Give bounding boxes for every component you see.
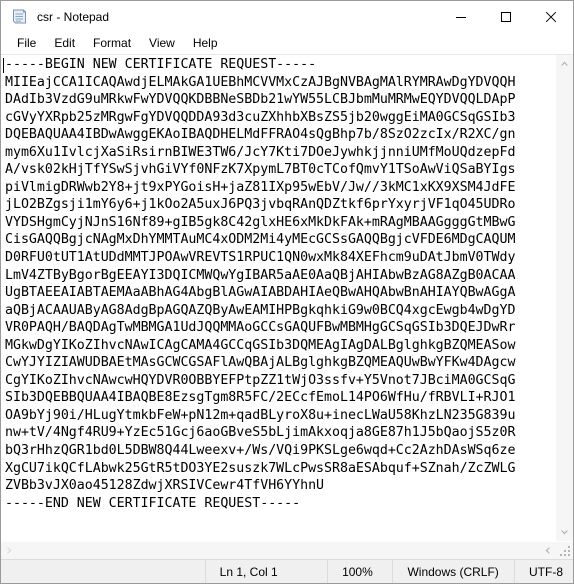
title-bar-left: csr - Notepad [1, 8, 109, 25]
document-line: -----BEGIN NEW CERTIFICATE REQUEST----- [5, 57, 317, 72]
document-line: -----END NEW CERTIFICATE REQUEST----- [5, 495, 301, 511]
document-line: nw+tV/4Ngf4RU9+YzEc51Gcj6aoGBveS5bLjimAk… [5, 425, 516, 441]
menu-item-file[interactable]: File [8, 35, 45, 52]
notepad-icon [11, 8, 28, 25]
minimize-button[interactable] [438, 1, 483, 32]
document-line: DQEBAQUAA4IBDwAwggEKAoIBAQDHELMdFFRAO4sQ… [5, 127, 516, 143]
window-title: csr - Notepad [37, 9, 110, 24]
scroll-right-button[interactable] [539, 542, 556, 559]
document-line: VR0PAQH/BAQDAgTwMBMGA1UdJQQMMAoGCCsGAQUF… [5, 320, 516, 336]
menu-item-edit[interactable]: Edit [45, 35, 84, 52]
document-line: MIIEajCCA1ICAQAwdjELMAkGA1UEBhMCVVMxCzAJ… [5, 74, 516, 90]
document-line: bQ3rHhzQGR1bd0L5DBW8Q44Lweexv+/Ws/VQi9PK… [5, 443, 516, 459]
status-cursor-position: Ln 1, Col 1 [204, 560, 327, 583]
menu-item-help[interactable]: Help [184, 35, 227, 52]
document-line: UgBTAEEAIABTAEMAaABhAG4AbgBlAGwAIABDAHIA… [5, 285, 516, 301]
scroll-left-button[interactable] [1, 542, 18, 559]
document-line: D0RFU0tUT1AtUDdMMTJPOAwVREVTS1RPUC1QN0wx… [5, 250, 516, 266]
text-caret [3, 58, 4, 73]
document-line: aQBjACAAUAByAG8AdgBpAGQAZQByAwEAMIHPBgkq… [5, 302, 516, 318]
status-zoom-level[interactable]: 100% [327, 560, 392, 583]
vertical-scrollbar[interactable] [555, 55, 573, 541]
window-controls [438, 1, 573, 32]
document-line: OA9bYj90i/HLugYtmkbFeW+pN12m+qadBLyroX8u… [5, 407, 516, 423]
title-bar[interactable]: csr - Notepad [1, 1, 573, 32]
horizontal-scrollbar-row [1, 541, 573, 559]
notepad-window: csr - Notepad File Edit Format View Help… [0, 0, 574, 584]
document-line: XgCU7ikQCfLAbwk25GtR5tDO3YE2suszk7WLcPws… [5, 460, 516, 476]
document-line: piVlmigDRWwb2Y8+jt9xPYGoisH+jaZ81IXp95wE… [5, 179, 516, 195]
document-line: DAdIb3VzdG9uMRkwFwYDVQQKDBBNeSBDb21wYW55… [5, 92, 516, 108]
document-line: CwYJYIZIAWUDBAEtMAsGCWCGSAFlAwQBAjALBglg… [5, 355, 516, 371]
text-editor[interactable]: -----BEGIN NEW CERTIFICATE REQUEST----- M… [1, 55, 555, 541]
document-line: VYDSHgmCyjNJnS16Nf89+gIB5gk8C42glxHE6xMk… [5, 214, 516, 230]
document-line: SIb3DQEBBQUAA4IBAQBE8EzsgTgm8R5FC/2ECcfE… [5, 390, 516, 406]
scroll-up-button[interactable] [556, 55, 573, 72]
status-line-ending[interactable]: Windows (CRLF) [392, 560, 514, 583]
menu-item-format[interactable]: Format [84, 35, 140, 52]
scroll-down-button[interactable] [556, 524, 573, 541]
horizontal-scrollbar[interactable] [1, 542, 556, 559]
document-line: CgYIKoZIhvcNAwcwHQYDVR0OBBYEFPtpZZ1tWjO3… [5, 372, 516, 388]
document-line: MGkwDgYIKoZIhvcNAwICAgCAMA4GCCqGSIb3DQME… [5, 337, 516, 353]
document-line: CisGAQQBgjcNAgMxDhYMMTAuMC4xODM2Mi4yMEcG… [5, 232, 516, 248]
document-line: ZVBb3vJX0ao45128ZdwjXRSIVCewr4TfVH6YYhnU [5, 478, 325, 494]
menu-item-view[interactable]: View [140, 35, 184, 52]
status-encoding[interactable]: UTF-8 [514, 560, 573, 583]
document-line: A/vsk02kHjTfYSwSjvhGiVYf0NFzK7XpymL7BT0c… [5, 162, 516, 178]
editor-area: -----BEGIN NEW CERTIFICATE REQUEST----- M… [1, 55, 573, 541]
close-button[interactable] [528, 1, 573, 32]
document-line: jLO2BZgsji1mY6y6+j1kOo2A5uxJ6PQ3jvbqRAnQ… [5, 197, 516, 213]
resize-grip-icon [560, 546, 571, 557]
resize-grip-corner[interactable] [556, 542, 573, 559]
document-line: mym6Xu1IvlcjXaSiRsirnBIWE3TW6/JcY7Kti7DO… [5, 144, 516, 160]
maximize-button[interactable] [483, 1, 528, 32]
document-line: LmV4ZTByBgorBgEEAYI3DQICMWQwYgIBAR5aAE0A… [5, 267, 516, 283]
document-line: cGVyYXRpb25zMRgwFgYDVQQDDA93d3cuZXhhbXBs… [5, 109, 516, 125]
status-bar: Ln 1, Col 1 100% Windows (CRLF) UTF-8 [1, 559, 573, 583]
menu-bar: File Edit Format View Help [1, 32, 573, 55]
